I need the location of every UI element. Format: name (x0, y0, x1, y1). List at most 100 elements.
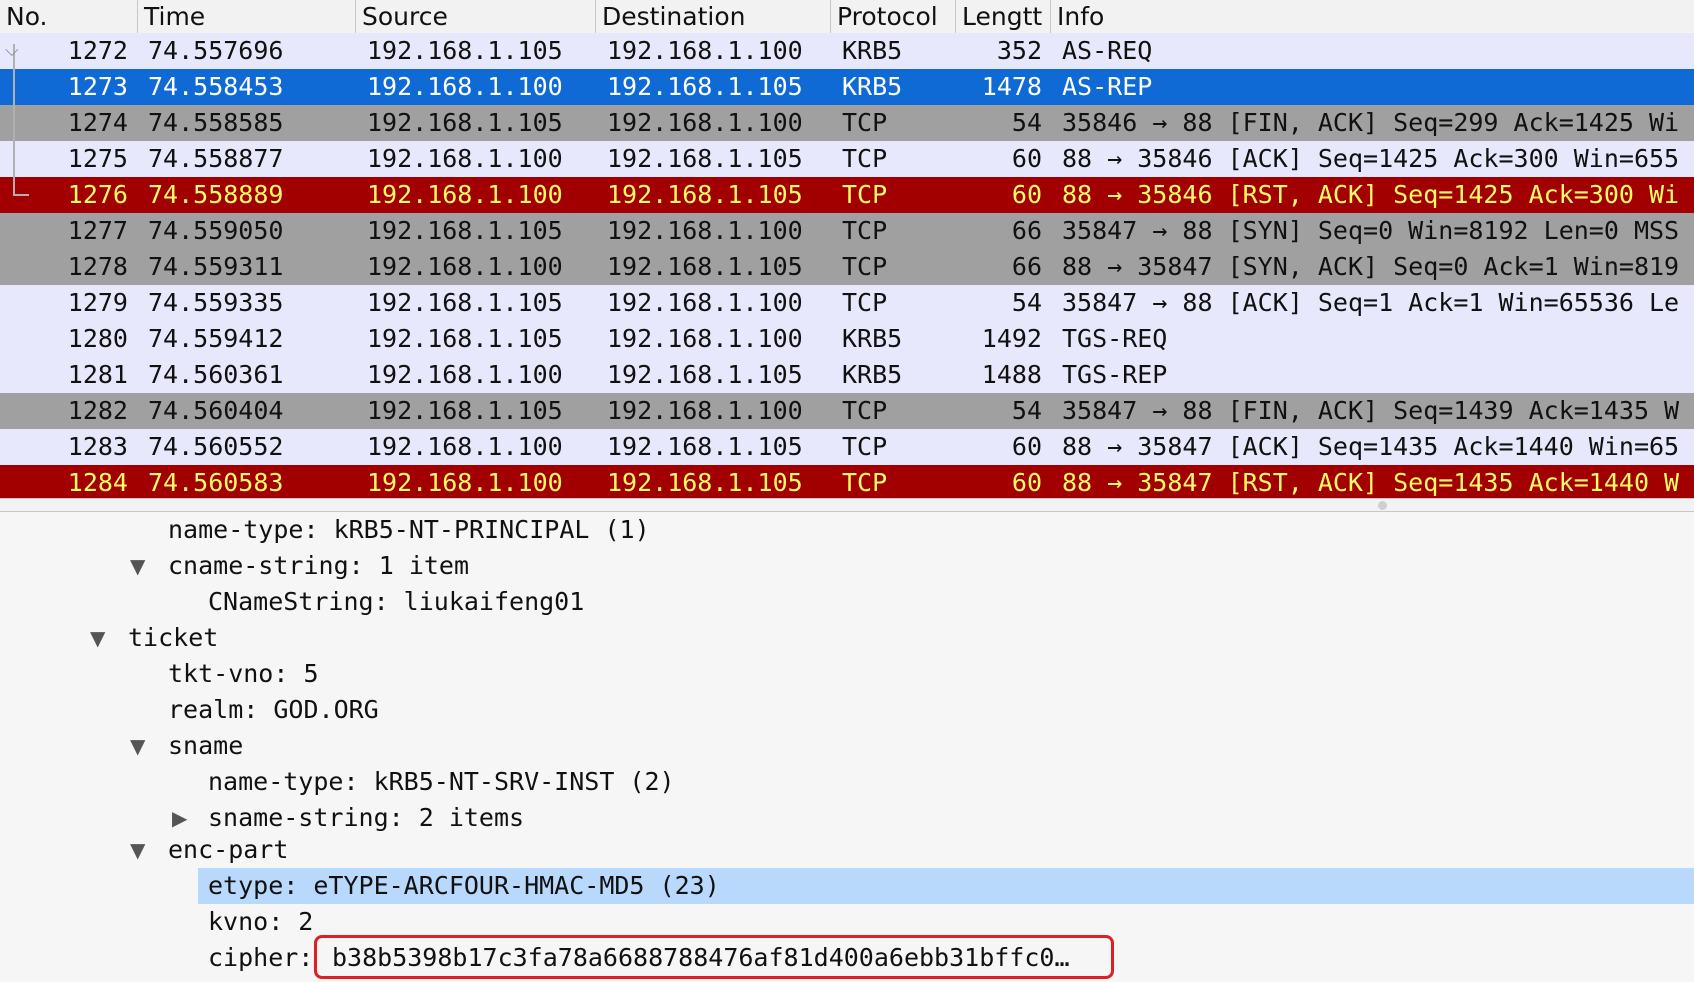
pane-splitter[interactable] (0, 498, 1694, 512)
packet-row[interactable]: 1278 74.559311 192.168.1.100 192.168.1.105 T… (0, 249, 1694, 285)
cell-length: 1478 (981, 72, 1042, 101)
cell-no: 1283 (67, 432, 128, 461)
tree-item-enc-part[interactable]: enc-part (168, 832, 288, 868)
tree-item-ticket[interactable]: ticket (128, 620, 218, 656)
cell-time: 74.559412 (148, 324, 284, 353)
cell-info: 88 → 35846 [RST, ACK] Seq=1425 Ack=300 W… (1062, 180, 1680, 209)
collapsed-arrow-icon[interactable]: ▶ (172, 800, 187, 836)
tree-item-etype[interactable]: etype: eTYPE-ARCFOUR-HMAC-MD5 (23) (208, 868, 720, 904)
tree-item-tkt-vno[interactable]: tkt-vno: 5 (168, 656, 319, 692)
cell-source: 192.168.1.105 (367, 288, 563, 317)
cell-no: 1277 (67, 216, 128, 245)
packet-row[interactable]: 1283 74.560552 192.168.1.100 192.168.1.105 T… (0, 429, 1694, 465)
packet-row[interactable]: 1277 74.559050 192.168.1.105 192.168.1.100 T… (0, 213, 1694, 249)
cell-time: 74.558877 (148, 144, 284, 173)
packet-row[interactable]: 1276 74.558889 192.168.1.100 192.168.1.105 T… (0, 177, 1694, 213)
cell-protocol: KRB5 (842, 72, 903, 101)
cell-protocol: TCP (842, 468, 888, 497)
cell-source: 192.168.1.100 (367, 252, 563, 281)
column-length[interactable]: Lengtt (956, 0, 1051, 33)
expanded-arrow-icon[interactable]: ▼ (90, 620, 105, 656)
tree-item-cnamestring[interactable]: CNameString: liukaifeng01 (208, 584, 584, 620)
cell-protocol: TCP (842, 252, 888, 281)
cell-source: 192.168.1.100 (367, 180, 563, 209)
expanded-arrow-icon[interactable]: ▼ (130, 548, 145, 584)
packet-row[interactable]: 1280 74.559412 192.168.1.105 192.168.1.100 K… (0, 321, 1694, 357)
column-destination[interactable]: Destination (596, 0, 831, 33)
tree-item-realm[interactable]: realm: GOD.ORG (168, 692, 379, 728)
cell-info: 88 → 35847 [RST, ACK] Seq=1435 Ack=1440 … (1062, 468, 1680, 497)
tree-item-name-type[interactable]: name-type: kRB5-NT-PRINCIPAL (1) (168, 512, 650, 548)
cell-source: 192.168.1.100 (367, 468, 563, 497)
packet-row[interactable]: 1281 74.560361 192.168.1.100 192.168.1.105 K… (0, 357, 1694, 393)
cell-destination: 192.168.1.100 (607, 324, 803, 353)
packet-row[interactable]: 1272 74.557696 192.168.1.105 192.168.1.100 K… (0, 33, 1694, 69)
cell-source: 192.168.1.105 (367, 108, 563, 137)
cell-no: 1281 (67, 360, 128, 389)
cell-info: 35847 → 88 [FIN, ACK] Seq=1439 Ack=1435 … (1062, 396, 1680, 425)
packet-row[interactable]: 1282 74.560404 192.168.1.105 192.168.1.100 T… (0, 393, 1694, 429)
packet-row[interactable]: 1273 74.558453 192.168.1.100 192.168.1.105 K… (0, 69, 1694, 105)
packet-row[interactable]: 1279 74.559335 192.168.1.105 192.168.1.100 T… (0, 285, 1694, 321)
tree-item-sname-string[interactable]: sname-string: 2 items (208, 800, 524, 836)
cell-source: 192.168.1.105 (367, 324, 563, 353)
cell-source: 192.168.1.100 (367, 360, 563, 389)
expanded-arrow-icon[interactable]: ▼ (130, 832, 145, 868)
packet-rows: 1272 74.557696 192.168.1.105 192.168.1.100 K… (0, 33, 1694, 498)
cell-source: 192.168.1.100 (367, 432, 563, 461)
cell-length: 60 (1011, 432, 1042, 461)
expanded-arrow-icon[interactable]: ▼ (130, 728, 145, 764)
cell-info: AS-REQ (1062, 36, 1153, 65)
tree-item-sname[interactable]: sname (168, 728, 243, 764)
tree-item-kvno[interactable]: kvno: 2 (208, 904, 313, 940)
column-no[interactable]: No. (0, 0, 138, 33)
cell-length: 54 (1011, 396, 1042, 425)
packet-list[interactable]: No. Time Source Destination Protocol Len… (0, 0, 1694, 498)
cell-time: 74.559050 (148, 216, 284, 245)
cell-destination: 192.168.1.100 (607, 288, 803, 317)
cell-info: 88 → 35847 [SYN, ACK] Seq=0 Ack=1 Win=81… (1062, 252, 1680, 281)
cell-time: 74.557696 (148, 36, 284, 65)
cell-destination: 192.168.1.105 (607, 360, 803, 389)
packet-row[interactable]: 1284 74.560583 192.168.1.100 192.168.1.105 T… (0, 465, 1694, 498)
cell-length: 352 (996, 36, 1042, 65)
cell-time: 74.560361 (148, 360, 284, 389)
cell-destination: 192.168.1.100 (607, 216, 803, 245)
conversation-start-icon: ⌵ (5, 40, 19, 61)
tree-item-cipher-label[interactable]: cipher: (208, 940, 313, 976)
cell-info: TGS-REQ (1062, 324, 1168, 353)
cell-time: 74.559311 (148, 252, 284, 281)
cell-no: 1275 (67, 144, 128, 173)
cell-length: 66 (1011, 216, 1042, 245)
cell-destination: 192.168.1.105 (607, 180, 803, 209)
cell-protocol: TCP (842, 432, 888, 461)
tree-item-sname-name-type[interactable]: name-type: kRB5-NT-SRV-INST (2) (208, 764, 675, 800)
column-info[interactable]: Info (1051, 0, 1694, 33)
cell-length: 1492 (981, 324, 1042, 353)
cell-length: 66 (1011, 252, 1042, 281)
cell-destination: 192.168.1.105 (607, 468, 803, 497)
column-source[interactable]: Source (356, 0, 596, 33)
cell-length: 1488 (981, 360, 1042, 389)
cell-destination: 192.168.1.105 (607, 144, 803, 173)
splitter-handle-icon[interactable] (1378, 501, 1387, 510)
cell-no: 1279 (67, 288, 128, 317)
cell-protocol: TCP (842, 288, 888, 317)
cell-info: 88 → 35847 [ACK] Seq=1435 Ack=1440 Win=6… (1062, 432, 1680, 461)
cell-destination: 192.168.1.105 (607, 72, 803, 101)
cell-no: 1284 (67, 468, 128, 497)
cell-length: 60 (1011, 468, 1042, 497)
packet-row[interactable]: 1274 74.558585 192.168.1.105 192.168.1.100 T… (0, 105, 1694, 141)
cell-no: 1274 (67, 108, 128, 137)
cell-no: 1282 (67, 396, 128, 425)
cell-destination: 192.168.1.100 (607, 108, 803, 137)
cell-destination: 192.168.1.100 (607, 396, 803, 425)
cell-time: 74.558889 (148, 180, 284, 209)
tree-item-cname-string[interactable]: cname-string: 1 item (168, 548, 469, 584)
column-time[interactable]: Time (138, 0, 356, 33)
column-protocol[interactable]: Protocol (831, 0, 956, 33)
packet-details-tree[interactable]: name-type: kRB5-NT-PRINCIPAL (1) ▼ cname… (0, 512, 1694, 982)
cell-source: 192.168.1.105 (367, 216, 563, 245)
packet-row[interactable]: 1275 74.558877 192.168.1.100 192.168.1.105 T… (0, 141, 1694, 177)
cell-no: 1278 (67, 252, 128, 281)
